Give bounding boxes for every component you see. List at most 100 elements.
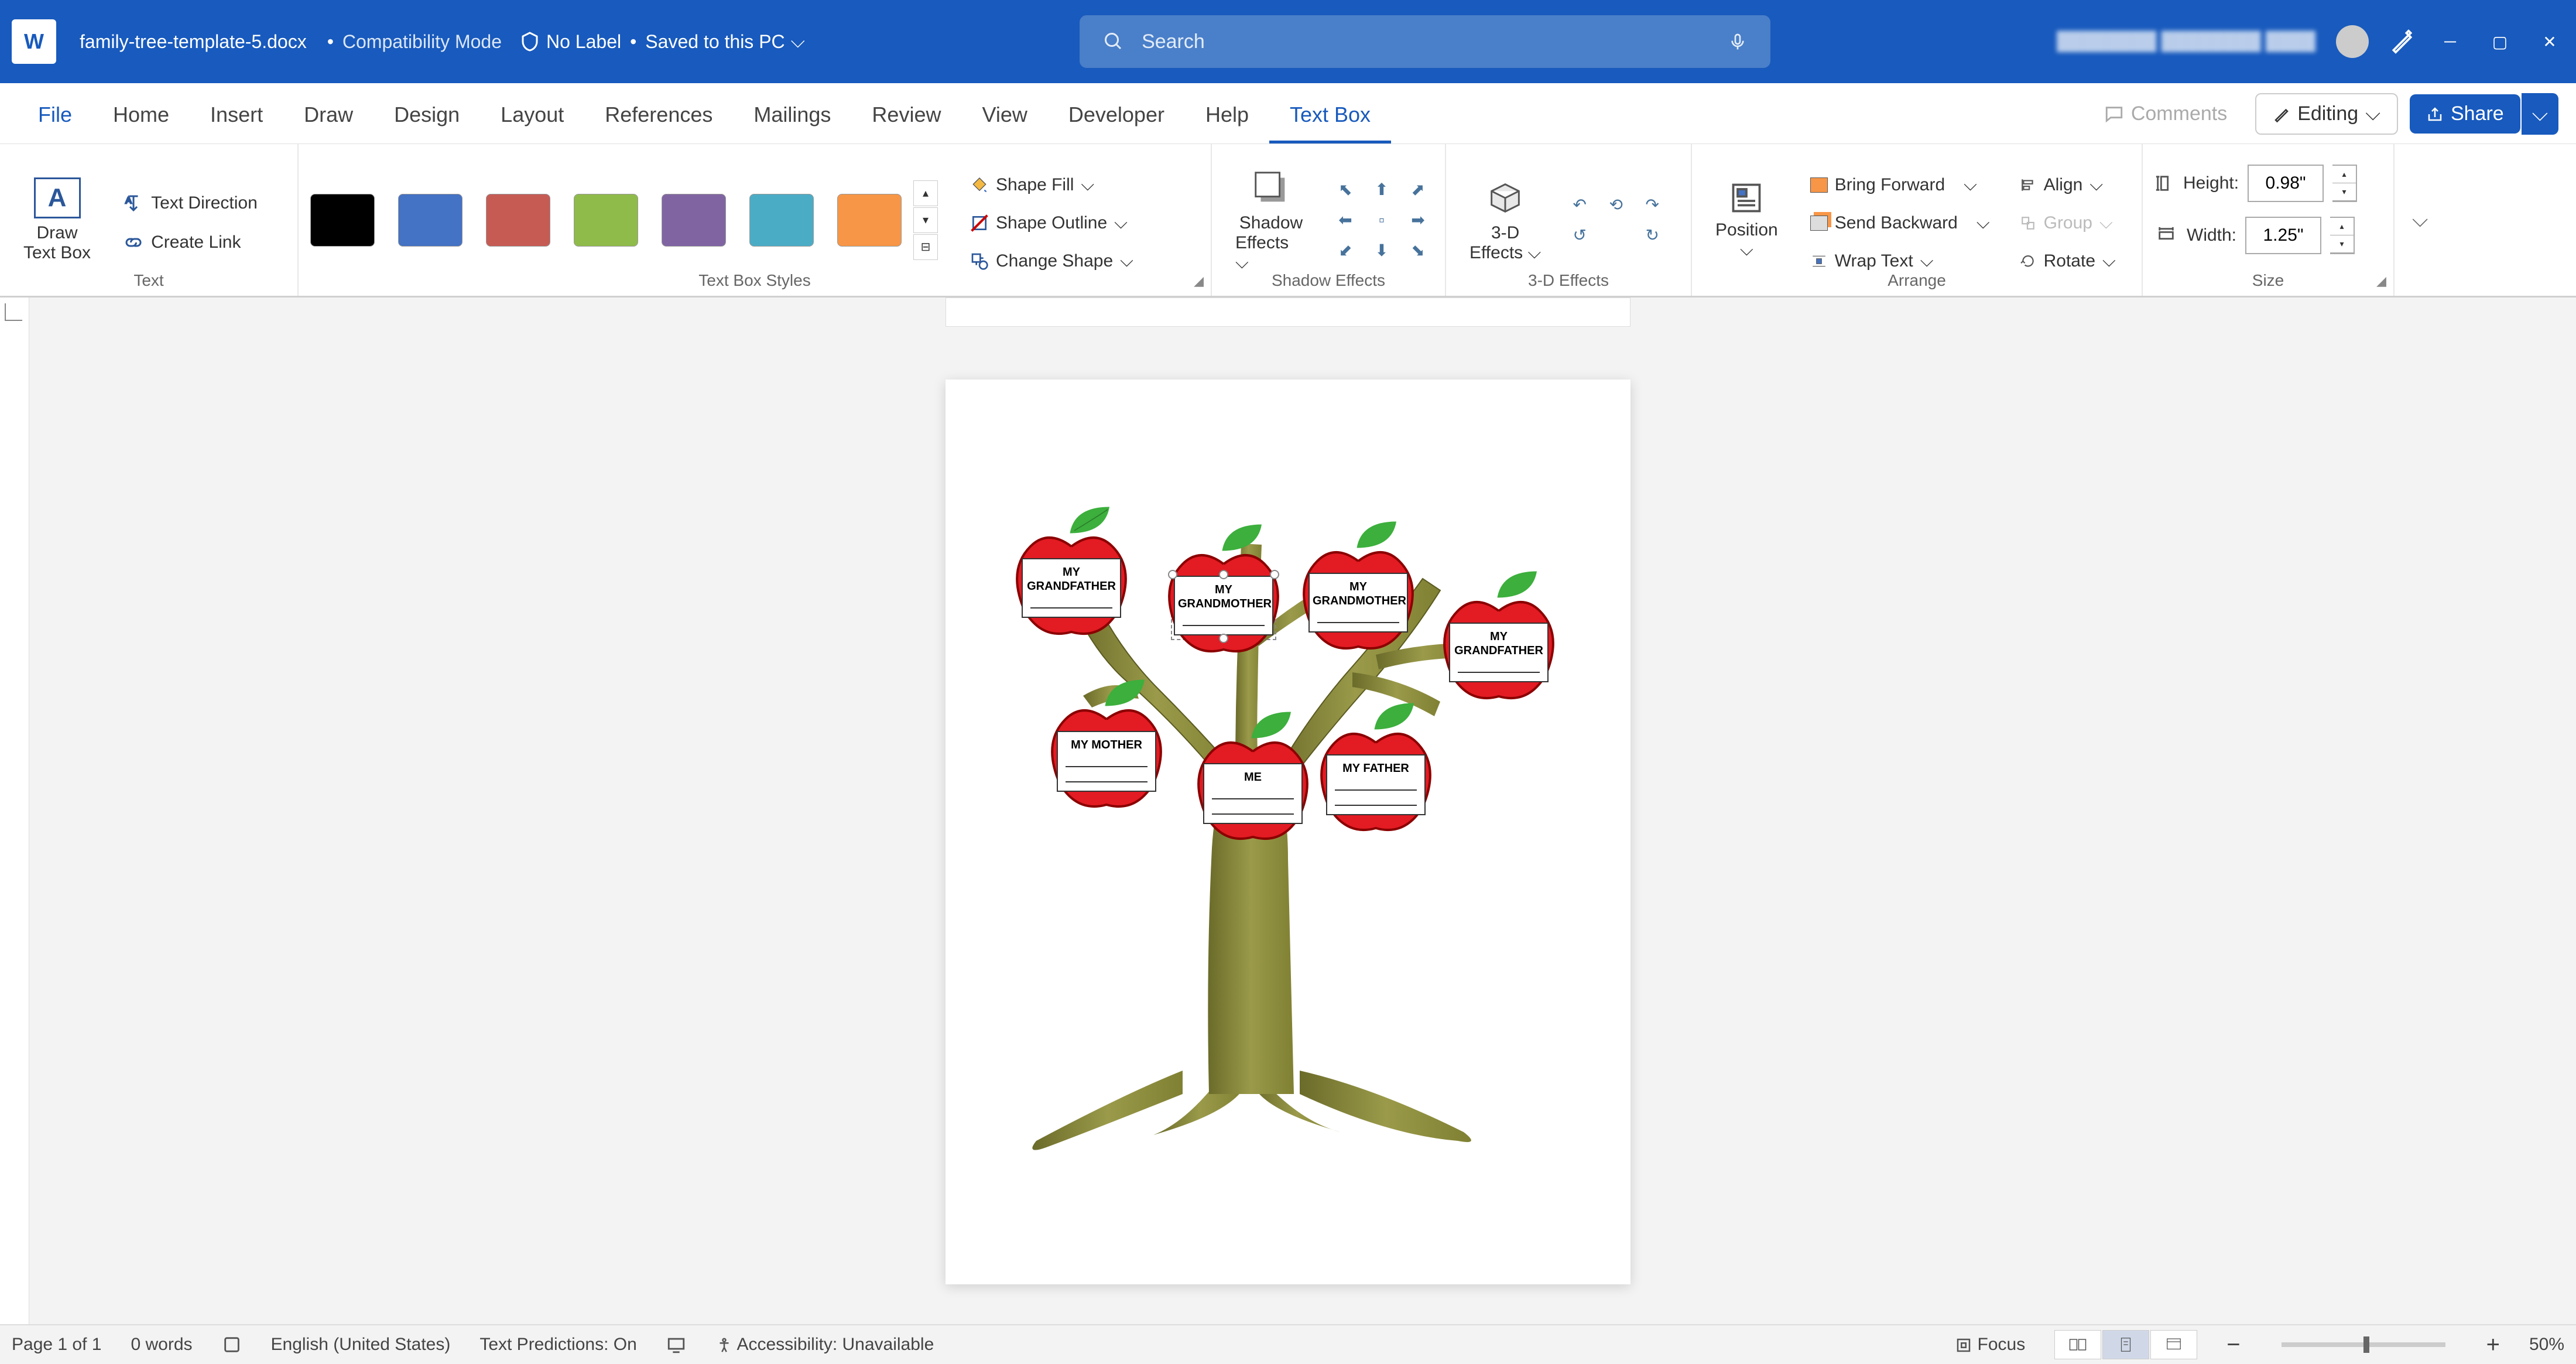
zoom-thumb[interactable] xyxy=(2363,1336,2369,1353)
zoom-slider[interactable] xyxy=(2282,1342,2445,1347)
shape-fill-button[interactable]: Shape Fill ⌵ xyxy=(961,170,1142,200)
apple-label-box[interactable]: MY MOTHER xyxy=(1057,731,1156,792)
tab-mailings[interactable]: Mailings xyxy=(733,88,851,143)
height-up[interactable]: ▴ xyxy=(2332,166,2356,183)
style-swatch-teal[interactable] xyxy=(749,194,814,247)
apple-father[interactable]: MY FATHER xyxy=(1317,725,1434,836)
style-swatch-black[interactable] xyxy=(310,194,375,247)
apple-grandmother-2[interactable]: MY GRANDMOTHER xyxy=(1300,543,1417,655)
position-button[interactable]: Position ⌵ xyxy=(1704,177,1790,263)
align-button[interactable]: Align⌵ xyxy=(2010,170,2125,200)
nudge-n[interactable]: ⬆ xyxy=(1366,177,1397,202)
tab-stop-selector[interactable] xyxy=(5,303,22,321)
tilt-left[interactable]: ↶ xyxy=(1564,193,1595,217)
style-swatch-orange[interactable] xyxy=(837,194,902,247)
selection-handle-w[interactable] xyxy=(1168,570,1177,579)
width-down[interactable]: ▾ xyxy=(2330,235,2354,253)
language-indicator[interactable]: English (United States) xyxy=(271,1335,451,1355)
width-up[interactable]: ▴ xyxy=(2330,218,2354,235)
horizontal-ruler[interactable] xyxy=(946,298,1630,327)
mic-icon[interactable] xyxy=(1728,30,1747,53)
nudge-center[interactable]: ▫ xyxy=(1366,208,1397,233)
selection-handle-e[interactable] xyxy=(1270,570,1279,579)
zoom-level[interactable]: 50% xyxy=(2529,1335,2564,1355)
tilt-down-r[interactable]: ↻ xyxy=(1637,223,1667,248)
apple-label-box[interactable]: MY GRANDMOTHER xyxy=(1174,576,1273,635)
tab-help[interactable]: Help xyxy=(1185,88,1269,143)
tab-review[interactable]: Review xyxy=(851,88,961,143)
apple-grandmother-1[interactable]: MY GRANDMOTHER xyxy=(1165,546,1282,658)
shadow-effects-button[interactable]: Shadow Effects ⌵ xyxy=(1224,165,1318,276)
apple-grandfather-2[interactable]: MY GRANDFATHER xyxy=(1440,593,1557,705)
accessibility-status[interactable]: Accessibility: Unavailable xyxy=(715,1335,934,1355)
word-count[interactable]: 0 words xyxy=(131,1335,192,1355)
read-mode-button[interactable] xyxy=(2054,1330,2101,1359)
editing-mode-button[interactable]: Editing ⌵ xyxy=(2255,93,2398,135)
spell-check-icon[interactable] xyxy=(222,1335,242,1355)
nudge-nw[interactable]: ⬉ xyxy=(1330,177,1361,202)
styles-dialog-launcher[interactable]: ◢ xyxy=(1194,274,1204,289)
bring-forward-button[interactable]: Bring Forward⌵ xyxy=(1801,170,1999,200)
page-indicator[interactable]: Page 1 of 1 xyxy=(12,1335,101,1355)
apple-mother[interactable]: MY MOTHER xyxy=(1048,702,1165,813)
style-swatch-green[interactable] xyxy=(574,194,638,247)
apple-label-box[interactable]: MY FATHER xyxy=(1326,754,1426,815)
tab-home[interactable]: Home xyxy=(93,88,190,143)
nudge-w[interactable]: ⬅ xyxy=(1330,208,1361,233)
tab-insert[interactable]: Insert xyxy=(190,88,283,143)
selection-handle-s[interactable] xyxy=(1219,634,1228,643)
gallery-up-button[interactable]: ▴ xyxy=(913,180,938,206)
print-layout-button[interactable] xyxy=(2102,1330,2149,1359)
document-page[interactable]: MY GRANDFATHER MY GRANDMOTHER xyxy=(946,380,1630,1284)
search-box[interactable] xyxy=(1080,15,1770,68)
minimize-button[interactable]: ─ xyxy=(2435,27,2465,56)
sensitivity-label[interactable]: No Label xyxy=(519,31,621,53)
nudge-ne[interactable]: ⬈ xyxy=(1403,177,1433,202)
gallery-more-button[interactable]: ⊟ xyxy=(913,234,938,260)
display-settings-icon[interactable] xyxy=(666,1335,686,1355)
selection-handle-n[interactable] xyxy=(1219,570,1228,579)
focus-mode-button[interactable]: Focus xyxy=(1955,1335,2025,1355)
width-input[interactable] xyxy=(2245,217,2321,254)
save-status[interactable]: Saved to this PC xyxy=(645,31,785,53)
close-button[interactable]: ✕ xyxy=(2535,27,2564,56)
share-more-button[interactable]: ⌵ xyxy=(2522,93,2558,135)
style-swatch-red[interactable] xyxy=(486,194,550,247)
tilt-up[interactable]: ⟲ xyxy=(1601,193,1631,217)
style-swatch-purple[interactable] xyxy=(662,194,726,247)
height-input[interactable] xyxy=(2248,165,2324,202)
maximize-button[interactable]: ▢ xyxy=(2485,27,2515,56)
tab-text-box[interactable]: Text Box xyxy=(1269,88,1391,143)
user-avatar[interactable] xyxy=(2336,25,2369,58)
send-backward-button[interactable]: Send Backward⌵ xyxy=(1801,208,1999,238)
apple-label-box[interactable]: ME xyxy=(1203,763,1303,824)
shape-outline-button[interactable]: Shape Outline ⌵ xyxy=(961,208,1142,238)
3d-effects-button[interactable]: 3-D Effects ⌵ xyxy=(1458,175,1553,266)
zoom-out-button[interactable]: − xyxy=(2226,1332,2240,1358)
zoom-in-button[interactable]: + xyxy=(2486,1332,2500,1358)
draw-text-box-button[interactable]: A Draw Text Box xyxy=(12,175,102,266)
document-name[interactable]: family-tree-template-5.docx xyxy=(80,31,307,53)
nudge-sw[interactable]: ⬋ xyxy=(1330,238,1361,263)
tab-design[interactable]: Design xyxy=(374,88,480,143)
nudge-s[interactable]: ⬇ xyxy=(1366,238,1397,263)
tab-layout[interactable]: Layout xyxy=(480,88,584,143)
tab-developer[interactable]: Developer xyxy=(1048,88,1185,143)
apple-label-box[interactable]: MY GRANDMOTHER xyxy=(1308,573,1408,633)
apple-me[interactable]: ME xyxy=(1194,734,1311,845)
collapse-ribbon-button[interactable]: ⌵ xyxy=(2395,207,2445,233)
text-predictions[interactable]: Text Predictions: On xyxy=(479,1335,636,1355)
nudge-se[interactable]: ⬊ xyxy=(1403,238,1433,263)
nudge-e[interactable]: ➡ xyxy=(1403,208,1433,233)
height-down[interactable]: ▾ xyxy=(2332,183,2356,201)
size-dialog-launcher[interactable]: ◢ xyxy=(2376,274,2386,289)
tilt-down-l[interactable]: ↺ xyxy=(1564,223,1595,248)
comments-button[interactable]: Comments xyxy=(2088,94,2243,134)
style-swatch-blue[interactable] xyxy=(398,194,463,247)
tab-draw[interactable]: Draw xyxy=(283,88,374,143)
tab-view[interactable]: View xyxy=(961,88,1047,143)
vertical-ruler[interactable] xyxy=(0,298,29,1324)
coming-soon-icon[interactable] xyxy=(2389,29,2415,54)
apple-label-box[interactable]: MY GRANDFATHER xyxy=(1022,558,1121,618)
share-button[interactable]: Share xyxy=(2410,94,2520,134)
